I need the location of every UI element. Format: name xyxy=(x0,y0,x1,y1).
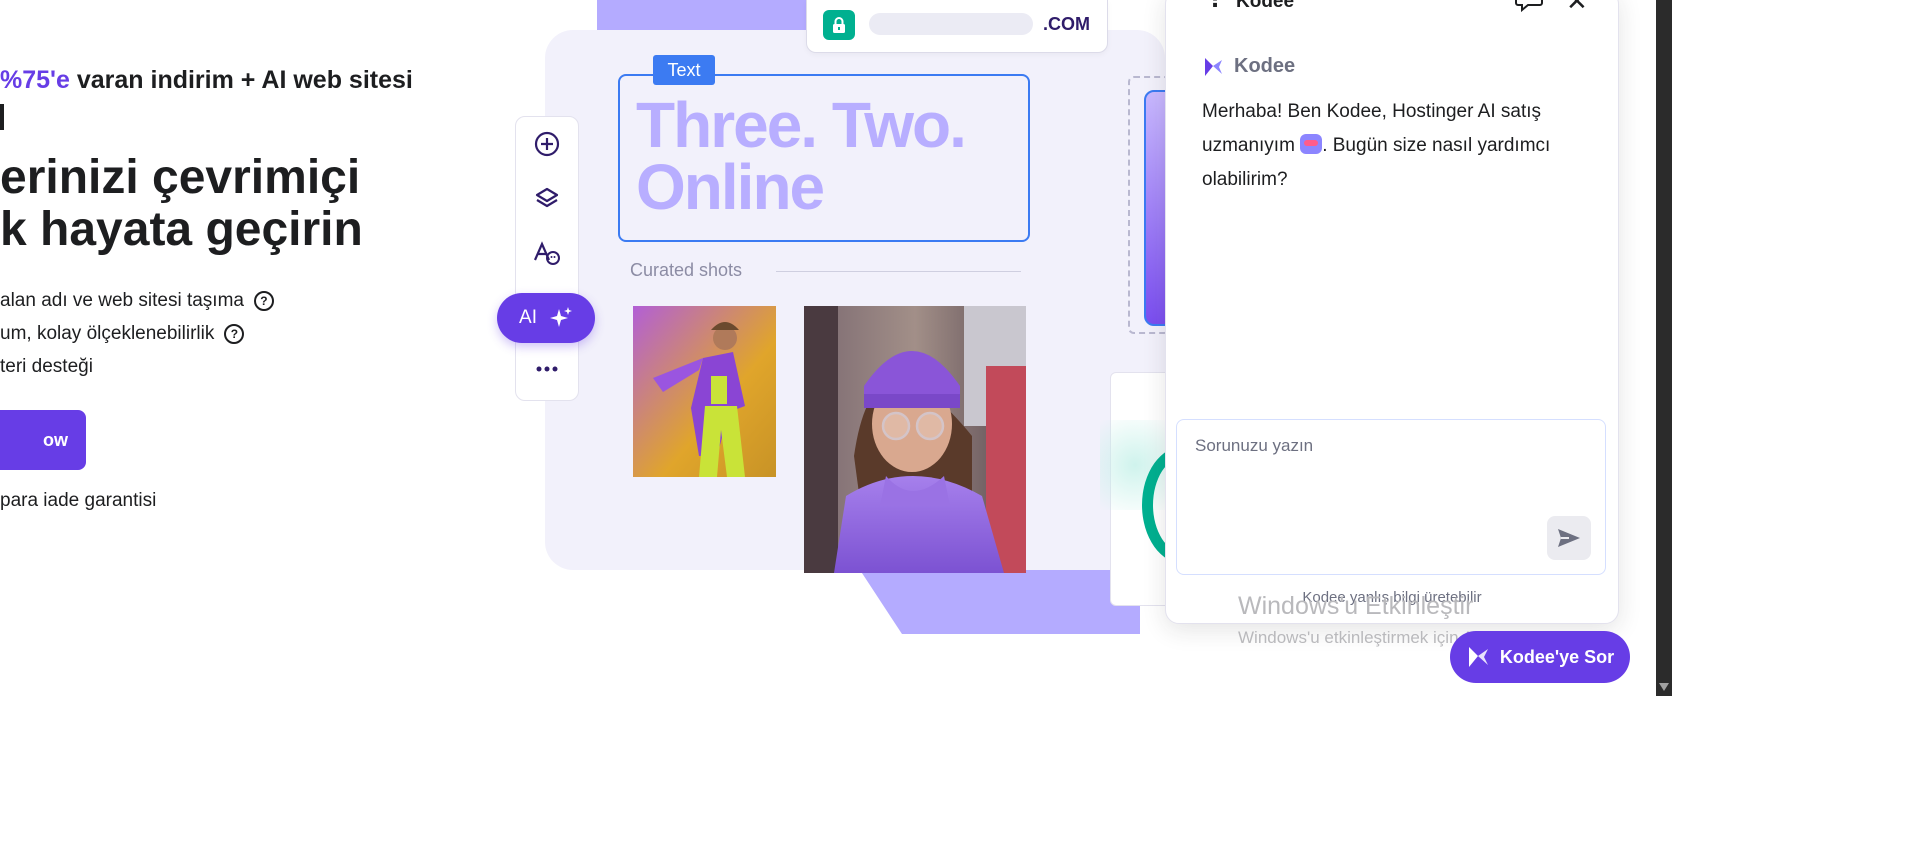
fashion-photo-2 xyxy=(804,306,1026,573)
headline-line-2: k hayata geçirin xyxy=(0,203,363,256)
promo-text-continuation xyxy=(0,104,4,130)
curated-shots-label: Curated shots xyxy=(630,260,743,280)
ask-kodee-label: Kodee'ye Sor xyxy=(1499,646,1615,667)
sample-heading: Three. Two. Online xyxy=(636,89,967,223)
more-icon[interactable] xyxy=(531,353,563,385)
scrollbar[interactable] xyxy=(1656,0,1672,696)
headline-line-1: erinizi çevrimiçi xyxy=(0,151,361,204)
chat-panel: ⋮ Kodee ✕ Kodee Merhaba! Ben Kodee, Host… xyxy=(1165,0,1619,624)
help-icon[interactable]: ? xyxy=(253,291,274,311)
kodee-logo-icon xyxy=(1468,647,1488,667)
layers-icon[interactable] xyxy=(531,182,563,214)
fashion-photo-1 xyxy=(633,306,776,477)
send-icon xyxy=(1558,529,1580,547)
feedback-icon[interactable] xyxy=(1514,0,1544,18)
more-options-icon[interactable]: ⋮ xyxy=(1204,0,1226,10)
bot-message: Merhaba! Ben Kodee, Hostinger AI satış u… xyxy=(1202,95,1582,197)
domain-field xyxy=(869,13,1033,35)
sample-heading-line-2: Online xyxy=(636,151,825,223)
close-icon[interactable]: ✕ xyxy=(1566,0,1588,14)
decor-purple-block-top xyxy=(597,0,837,30)
add-icon[interactable] xyxy=(531,128,563,160)
bot-header: Kodee xyxy=(1202,55,1295,78)
feature-item: teri desteği xyxy=(0,356,93,378)
divider xyxy=(776,271,1021,272)
ai-button[interactable]: AI xyxy=(497,293,595,343)
chat-title: Kodee xyxy=(1236,0,1295,12)
bot-name: Kodee xyxy=(1234,55,1296,77)
feature-item: um, kolay ölçeklenebilirlik ? xyxy=(0,323,245,345)
ai-button-label: AI xyxy=(519,307,537,328)
domain-suffix: .COM xyxy=(1043,14,1090,34)
kodee-logo-icon xyxy=(1205,57,1222,76)
feature-text: um, kolay ölçeklenebilirlik xyxy=(0,323,215,344)
chat-input[interactable] xyxy=(1177,420,1605,574)
promo-text: %75'e varan indirim + AI web sitesi xyxy=(0,66,413,95)
send-button[interactable] xyxy=(1547,516,1591,560)
scroll-down-arrow-icon[interactable] xyxy=(1659,683,1669,691)
text-element-tag: Text xyxy=(653,55,715,85)
feature-item: alan adı ve web sitesi taşıma ? xyxy=(0,290,274,312)
lock-icon xyxy=(823,10,855,40)
promo-rest: varan indirim + AI web sitesi xyxy=(76,66,413,94)
cta-button[interactable]: ow xyxy=(0,410,86,470)
domain-bar: .COM xyxy=(806,0,1108,53)
sample-heading-line-1: Three. Two. xyxy=(636,89,967,161)
decor-purple-block-bottom xyxy=(860,570,1140,634)
help-icon[interactable]: ? xyxy=(224,324,245,344)
chat-input-box xyxy=(1176,419,1606,575)
page-headline: erinizi çevrimiçi k hayata geçirin xyxy=(0,152,363,256)
feature-text: teri desteği xyxy=(0,356,93,377)
typography-icon[interactable] xyxy=(531,237,563,269)
feature-text: alan adı ve web sitesi taşıma xyxy=(0,290,244,311)
money-back-guarantee: para iade garantisi xyxy=(0,490,157,511)
robot-emoji-icon xyxy=(1300,134,1323,154)
builder-toolbar xyxy=(515,116,579,401)
ai-sparkle-icon xyxy=(549,307,572,327)
windows-activation-title: Windows'u Etkinleştir xyxy=(1238,592,1474,620)
promo-discount: %75'e xyxy=(0,66,70,94)
ask-kodee-button[interactable]: Kodee'ye Sor xyxy=(1450,631,1630,683)
